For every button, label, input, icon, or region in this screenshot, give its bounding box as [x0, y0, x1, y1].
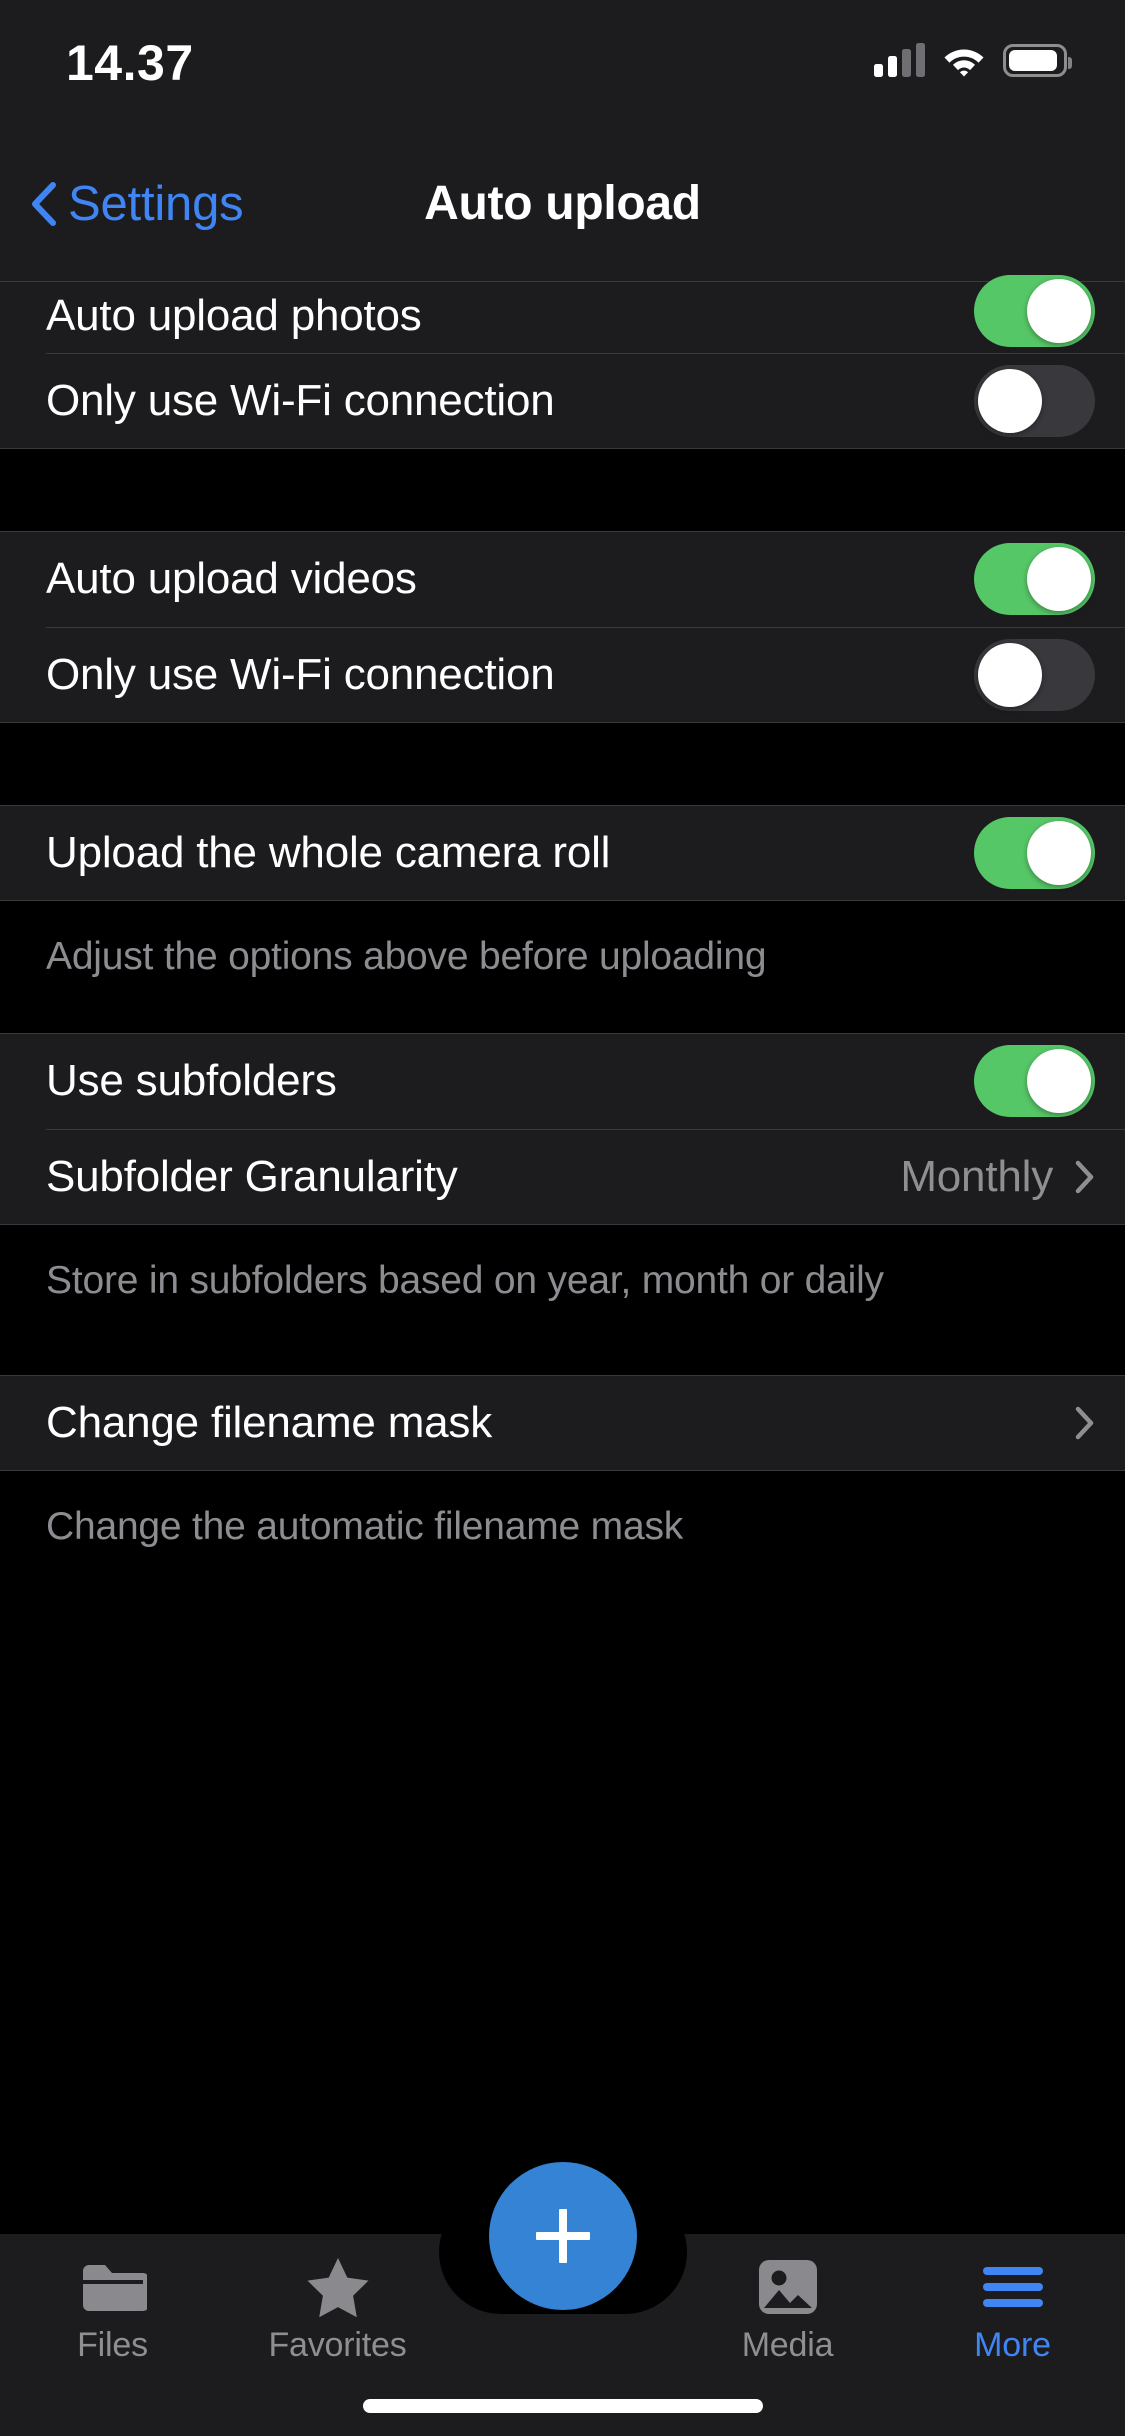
tab-label: Media [741, 2326, 834, 2364]
toggle-auto-upload-photos[interactable] [974, 275, 1095, 347]
status-bar-time: 14.37 [66, 35, 194, 91]
row-label: Only use Wi-Fi connection [46, 376, 555, 425]
settings-group-subfolders: Use subfolders Subfolder Granularity Mon… [0, 1033, 1125, 1225]
row-use-subfolders[interactable]: Use subfolders [0, 1033, 1125, 1129]
footer-text: Adjust the options above before uploadin… [46, 935, 767, 978]
section-footer-subfolders: Store in subfolders based on year, month… [0, 1225, 1125, 1375]
settings-group-filename-mask: Change filename mask [0, 1375, 1125, 1471]
row-change-filename-mask[interactable]: Change filename mask [0, 1375, 1125, 1471]
toggle-use-subfolders[interactable] [974, 1045, 1095, 1117]
settings-group-auto-upload-videos: Auto upload videos Only use Wi-Fi connec… [0, 531, 1125, 723]
tab-label: Files [77, 2326, 148, 2364]
star-icon [304, 2256, 372, 2318]
row-only-wifi-videos[interactable]: Only use Wi-Fi connection [0, 627, 1125, 723]
cellular-signal-icon [874, 43, 925, 77]
tab-label: Favorites [268, 2326, 407, 2364]
row-value-subfolder-granularity: Monthly [900, 1152, 1053, 1201]
row-label: Use subfolders [46, 1056, 337, 1105]
image-icon [756, 2256, 820, 2318]
tab-files[interactable]: Files [0, 2234, 225, 2378]
wifi-icon [942, 43, 986, 77]
row-label: Only use Wi-Fi connection [46, 650, 555, 699]
row-upload-whole-camera-roll[interactable]: Upload the whole camera roll [0, 805, 1125, 901]
hamburger-menu-icon [981, 2256, 1045, 2318]
home-indicator [362, 2399, 763, 2413]
row-label: Auto upload photos [46, 291, 422, 340]
settings-group-camera-roll: Upload the whole camera roll [0, 805, 1125, 901]
row-auto-upload-photos[interactable]: Auto upload photos [0, 275, 1125, 353]
status-bar: 14.37 [0, 0, 1125, 132]
row-only-wifi-photos[interactable]: Only use Wi-Fi connection [0, 353, 1125, 449]
chevron-right-icon [1075, 1160, 1095, 1194]
row-label: Upload the whole camera roll [46, 828, 611, 877]
row-label: Auto upload videos [46, 554, 417, 603]
battery-icon [1003, 43, 1072, 77]
row-auto-upload-videos[interactable]: Auto upload videos [0, 531, 1125, 627]
footer-text: Change the automatic filename mask [46, 1505, 684, 1548]
row-label: Subfolder Granularity [46, 1152, 458, 1201]
status-bar-indicators [874, 36, 1072, 84]
section-footer-filename-mask: Change the automatic filename mask [0, 1471, 1125, 1771]
tab-media[interactable]: Media [675, 2234, 900, 2378]
page-title: Auto upload [424, 177, 701, 230]
navigation-bar: Settings Auto upload [0, 132, 1125, 281]
section-spacer [0, 449, 1125, 531]
tab-label: More [974, 2326, 1051, 2364]
tab-favorites[interactable]: Favorites [225, 2234, 450, 2378]
settings-group-auto-upload-photos: Auto upload photos Only use Wi-Fi connec… [0, 275, 1125, 449]
toggle-upload-whole-camera-roll[interactable] [974, 817, 1095, 889]
folder-icon [79, 2256, 147, 2318]
settings-list[interactable]: Auto upload photos Only use Wi-Fi connec… [0, 275, 1125, 2436]
row-subfolder-granularity[interactable]: Subfolder Granularity Monthly [0, 1129, 1125, 1225]
add-button[interactable] [488, 2162, 637, 2310]
row-label: Change filename mask [46, 1398, 493, 1447]
toggle-only-wifi-videos[interactable] [974, 639, 1095, 711]
phone-screen: 14.37 Settings Auto upload Auto upload p… [0, 0, 1125, 2436]
toggle-auto-upload-videos[interactable] [974, 543, 1095, 615]
tab-more[interactable]: More [900, 2234, 1125, 2378]
section-spacer [0, 723, 1125, 805]
toggle-only-wifi-photos[interactable] [974, 365, 1095, 437]
footer-text: Store in subfolders based on year, month… [46, 1259, 884, 1302]
section-footer-camera-roll: Adjust the options above before uploadin… [0, 901, 1125, 1033]
plus-icon [530, 2203, 596, 2269]
chevron-right-icon [1075, 1406, 1095, 1440]
